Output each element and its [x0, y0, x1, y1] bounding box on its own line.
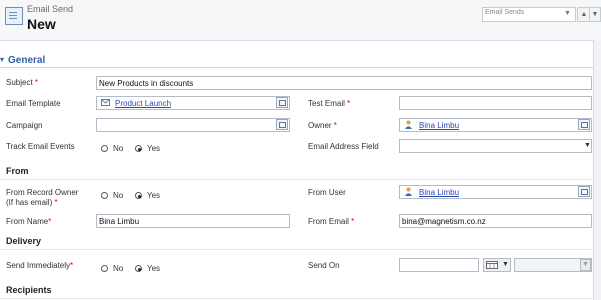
- section-title-recipients: Recipients: [6, 285, 52, 295]
- arrow-down-icon: ▼: [591, 11, 599, 18]
- subject-label: Subject *: [6, 78, 39, 87]
- user-icon: [405, 120, 412, 129]
- send-on-label: Send On: [308, 261, 340, 270]
- section-collapse-icon[interactable]: ▾: [0, 55, 7, 65]
- track-email-events-yes-radio[interactable]: [135, 145, 142, 152]
- section-title-general: General: [8, 55, 46, 66]
- section-divider: [0, 179, 601, 180]
- send-on-date-input[interactable]: [399, 258, 479, 272]
- from-record-owner-yes-radio[interactable]: [135, 192, 142, 199]
- radio-label-yes: Yes: [147, 191, 161, 200]
- campaign-label: Campaign: [6, 121, 43, 130]
- lookup-icon[interactable]: [276, 97, 288, 108]
- radio-label-yes: Yes: [147, 264, 161, 273]
- send-immediately-no-radio[interactable]: [101, 265, 108, 272]
- email-address-field-label: Email Address Field: [308, 142, 379, 151]
- lookup-icon[interactable]: [578, 186, 590, 197]
- from-user-link[interactable]: Bina Limbu: [419, 188, 459, 197]
- chevron-down-icon: ▼: [564, 10, 571, 17]
- vertical-scrollbar[interactable]: [593, 40, 601, 300]
- from-name-value: Bina Limbu: [99, 217, 140, 226]
- radio-label-no: No: [113, 264, 124, 273]
- email-template-icon: [101, 99, 110, 106]
- radio-label-no: No: [113, 191, 124, 200]
- radio-label-yes: Yes: [147, 144, 161, 153]
- from-record-owner-label: From Record Owner: [6, 188, 79, 197]
- record-title: New: [27, 16, 56, 32]
- chevron-down-icon: ▼: [584, 142, 591, 149]
- track-email-events-no-radio[interactable]: [101, 145, 108, 152]
- section-title-from: From: [6, 166, 29, 176]
- view-selector-text: Email Sends: [485, 9, 525, 16]
- section-divider: [0, 249, 601, 250]
- lookup-icon[interactable]: [276, 119, 288, 130]
- chevron-down-icon: ▼: [502, 261, 509, 268]
- section-divider: [0, 298, 601, 299]
- email-template-label: Email Template: [6, 99, 61, 108]
- test-email-input[interactable]: [399, 96, 592, 110]
- from-email-value: bina@magnetism.co.nz: [402, 217, 486, 226]
- required-marker: *: [34, 78, 39, 87]
- owner-label: Owner *: [308, 121, 337, 130]
- subject-value: New Products in discounts: [99, 79, 194, 88]
- test-email-label: Test Email *: [308, 99, 351, 108]
- radio-label-no: No: [113, 144, 124, 153]
- lookup-icon[interactable]: [578, 119, 590, 130]
- user-icon: [405, 187, 412, 196]
- send-immediately-yes-radio[interactable]: [135, 265, 142, 272]
- email-address-field-select[interactable]: [399, 139, 592, 153]
- campaign-lookup[interactable]: [96, 118, 290, 132]
- from-email-label: From Email *: [308, 217, 355, 226]
- entity-type-label: Email Send: [27, 4, 74, 14]
- email-send-entity-icon: [5, 7, 23, 25]
- from-record-owner-sublabel: (If has email) *: [6, 198, 58, 207]
- owner-link[interactable]: Bina Limbu: [419, 121, 459, 130]
- send-immediately-label: Send Immediately*: [6, 261, 74, 270]
- from-record-owner-no-radio[interactable]: [101, 192, 108, 199]
- arrow-up-icon: ▲: [580, 11, 588, 18]
- from-name-label: From Name*: [6, 217, 52, 226]
- email-template-link[interactable]: Product Launch: [115, 99, 171, 108]
- section-title-delivery: Delivery: [6, 236, 42, 246]
- section-divider: [0, 67, 601, 68]
- from-user-label: From User: [308, 188, 346, 197]
- track-email-events-label: Track Email Events: [6, 142, 75, 151]
- nav-down-button[interactable]: ▼: [589, 7, 601, 22]
- chevron-down-icon: ▼: [582, 261, 589, 268]
- calendar-icon: [486, 261, 498, 269]
